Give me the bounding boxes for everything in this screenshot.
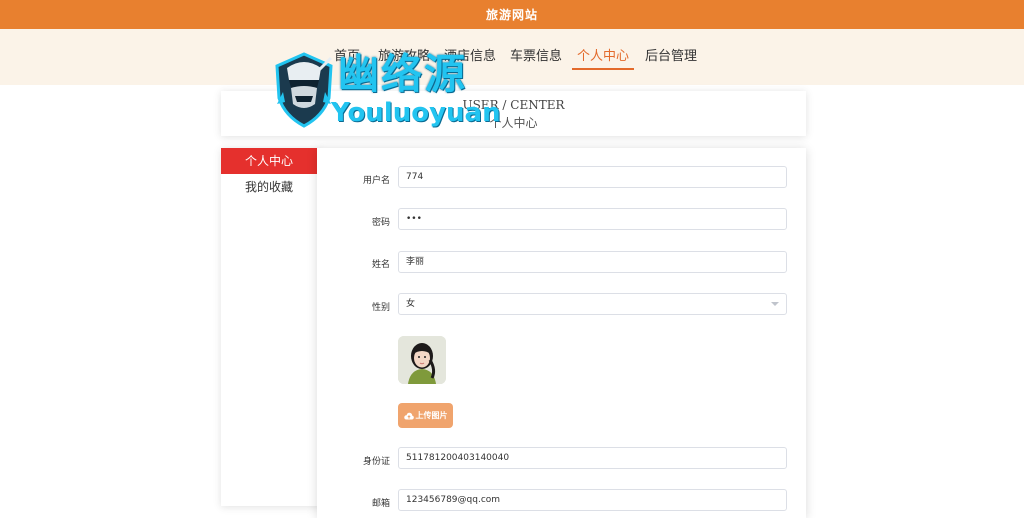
profile-form: 用户名 774 密码 ••• 姓名 李丽 性别 女 上传图片 身份证 51178… bbox=[317, 148, 806, 518]
cloud-upload-icon bbox=[403, 412, 414, 419]
username-label: 用户名 bbox=[362, 176, 390, 186]
main-nav: 首页 旅游攻略 酒店信息 车票信息 个人中心 后台管理 bbox=[0, 48, 1024, 72]
watermark: 幽络源 Youluoyuan bbox=[273, 50, 503, 132]
ninja-mascot-logo-icon bbox=[275, 52, 333, 128]
idcard-field[interactable]: 511781200403140040 bbox=[398, 447, 787, 469]
nav-admin[interactable]: 后台管理 bbox=[645, 48, 697, 68]
email-label: 邮箱 bbox=[371, 499, 390, 509]
avatar-image bbox=[398, 336, 446, 384]
email-field[interactable]: 123456789@qq.com bbox=[398, 489, 787, 511]
sidebar-item-user-center[interactable]: 个人中心 bbox=[221, 148, 317, 174]
password-label: 密码 bbox=[371, 218, 390, 228]
chevron-down-icon bbox=[771, 302, 779, 306]
gender-select-value: 女 bbox=[406, 299, 416, 309]
sidebar: 个人中心 我的收藏 bbox=[221, 148, 321, 506]
nav-ticket-info[interactable]: 车票信息 bbox=[510, 48, 562, 68]
gender-select[interactable]: 女 bbox=[398, 293, 787, 315]
username-field[interactable]: 774 bbox=[398, 166, 787, 188]
upload-image-button[interactable]: 上传图片 bbox=[398, 403, 453, 428]
site-header-bar: 旅游网站 bbox=[0, 0, 1024, 29]
idcard-label: 身份证 bbox=[362, 457, 390, 467]
sidebar-item-favorites[interactable]: 我的收藏 bbox=[221, 174, 317, 200]
watermark-text-cn: 幽络源 bbox=[338, 50, 467, 98]
gender-label: 性别 bbox=[371, 303, 390, 313]
nav-user-center[interactable]: 个人中心 bbox=[572, 48, 635, 70]
avatar[interactable] bbox=[398, 336, 446, 384]
site-title: 旅游网站 bbox=[485, 8, 538, 22]
watermark-text-en: Youluoyuan bbox=[331, 98, 501, 128]
upload-image-label: 上传图片 bbox=[415, 411, 448, 420]
name-field[interactable]: 李丽 bbox=[398, 251, 787, 273]
name-label: 姓名 bbox=[371, 260, 390, 270]
password-field[interactable]: ••• bbox=[398, 208, 787, 230]
